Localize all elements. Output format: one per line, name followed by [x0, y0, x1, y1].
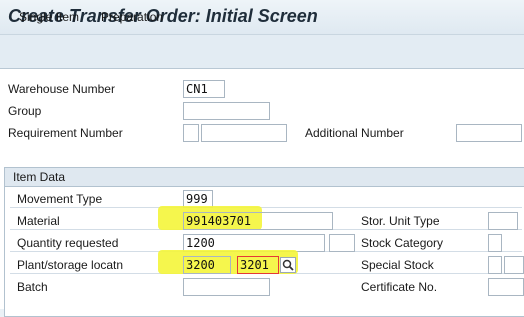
certificate-no-field[interactable]: [488, 278, 524, 296]
batch-field[interactable]: [183, 278, 270, 296]
plant-field[interactable]: 3200: [183, 256, 231, 274]
batch-label: Batch: [17, 280, 48, 294]
single-item-button[interactable]: Single Item: [19, 10, 79, 24]
warehouse-number-label: Warehouse Number: [8, 82, 115, 96]
movement-type-label: Movement Type: [17, 192, 103, 206]
warehouse-number-field[interactable]: CN1: [183, 80, 225, 98]
stock-category-field[interactable]: [488, 234, 502, 252]
preparation-button[interactable]: Preparation: [101, 10, 163, 24]
search-icon: [282, 259, 294, 271]
requirement-number-label: Requirement Number: [8, 126, 123, 140]
additional-number-field[interactable]: [456, 124, 522, 142]
value-help-button[interactable]: [280, 257, 296, 273]
stock-category-label: Stock Category: [361, 236, 444, 250]
row-separator: [10, 207, 522, 208]
stor-unit-type-label: Stor. Unit Type: [361, 214, 440, 228]
certificate-no-label: Certificate No.: [361, 280, 438, 294]
stor-unit-type-field[interactable]: [488, 212, 518, 230]
item-data-header: [5, 168, 524, 187]
quantity-requested-label: Quantity requested: [17, 236, 119, 250]
special-stock-label: Special Stock: [361, 258, 434, 272]
item-data-title: Item Data: [13, 170, 66, 184]
unit-field[interactable]: [329, 234, 355, 252]
group-field[interactable]: [183, 102, 270, 120]
application-toolbar: [0, 34, 524, 69]
requirement-number-field[interactable]: [201, 124, 287, 142]
material-field[interactable]: 991403701: [183, 212, 333, 230]
material-label: Material: [17, 214, 60, 228]
requirement-type-field[interactable]: [183, 124, 199, 142]
additional-number-label: Additional Number: [305, 126, 404, 140]
storage-location-field[interactable]: 3201: [237, 256, 279, 274]
special-stock-number-field[interactable]: [504, 256, 524, 274]
special-stock-indicator-field[interactable]: [488, 256, 502, 274]
plant-storage-label: Plant/storage locatn: [17, 258, 124, 272]
group-label: Group: [8, 104, 42, 118]
